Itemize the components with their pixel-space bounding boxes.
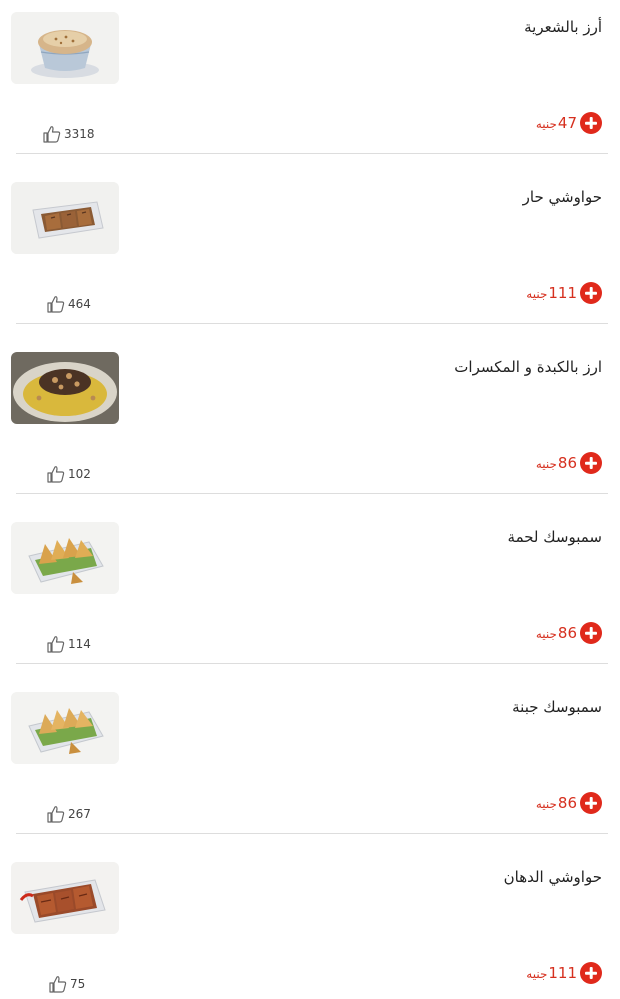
likes-count: 267 bbox=[68, 807, 91, 821]
dish-name: ارز بالكبدة و المكسرات bbox=[454, 358, 602, 376]
price-row: جنيه 86 bbox=[536, 452, 602, 474]
price: جنيه 86 bbox=[536, 794, 577, 812]
currency-label: جنيه bbox=[535, 627, 557, 641]
price-amount: 86 bbox=[557, 624, 577, 642]
currency-label: جنيه bbox=[526, 287, 548, 301]
likes-count: 464 bbox=[68, 297, 91, 311]
thumbs-up-icon bbox=[48, 975, 68, 993]
dish-name: أرز بالشعرية bbox=[524, 18, 602, 36]
price-amount: 47 bbox=[557, 114, 577, 132]
likes[interactable]: 267 bbox=[46, 805, 91, 823]
dish-image[interactable] bbox=[11, 692, 119, 764]
likes[interactable]: 102 bbox=[46, 465, 91, 483]
menu-item[interactable]: أرز بالشعرية جنيه 47 3318 bbox=[0, 12, 620, 182]
add-to-cart-button[interactable] bbox=[580, 962, 602, 984]
dish-image[interactable] bbox=[11, 182, 119, 254]
thumbs-up-icon bbox=[46, 635, 66, 653]
currency-label: جنيه bbox=[535, 117, 557, 131]
divider bbox=[16, 833, 608, 834]
menu-item[interactable]: ارز بالكبدة و المكسرات جنيه 86 102 bbox=[0, 352, 620, 522]
dish-name: حواوشي الدهان bbox=[503, 868, 602, 886]
divider bbox=[16, 153, 608, 154]
price-row: جنيه 86 bbox=[536, 622, 602, 644]
likes[interactable]: 3318 bbox=[42, 125, 95, 143]
add-to-cart-button[interactable] bbox=[580, 452, 602, 474]
menu-item[interactable]: حواوشي الدهان جنيه 111 75 bbox=[0, 862, 620, 999]
likes[interactable]: 114 bbox=[46, 635, 91, 653]
price-amount: 86 bbox=[557, 794, 577, 812]
likes-count: 75 bbox=[70, 977, 86, 991]
price-row: جنيه 86 bbox=[536, 792, 602, 814]
add-to-cart-button[interactable] bbox=[580, 792, 602, 814]
dish-name: سمبوسك جبنة bbox=[512, 698, 602, 716]
dish-image[interactable] bbox=[11, 352, 119, 424]
thumbs-up-icon bbox=[46, 295, 66, 313]
price-row: جنيه 111 bbox=[526, 962, 602, 984]
currency-label: جنيه bbox=[526, 967, 548, 981]
likes[interactable]: 75 bbox=[48, 975, 85, 993]
price: جنيه 86 bbox=[536, 454, 577, 472]
thumbs-up-icon bbox=[46, 805, 66, 823]
divider bbox=[16, 323, 608, 324]
price-row: جنيه 111 bbox=[526, 282, 602, 304]
price-amount: 111 bbox=[548, 964, 577, 982]
currency-label: جنيه bbox=[535, 457, 557, 471]
price-amount: 111 bbox=[548, 284, 577, 302]
price: جنيه 86 bbox=[536, 624, 577, 642]
likes-count: 102 bbox=[68, 467, 91, 481]
dish-image[interactable] bbox=[11, 12, 119, 84]
dish-image[interactable] bbox=[11, 522, 119, 594]
likes[interactable]: 464 bbox=[46, 295, 91, 313]
menu-item[interactable]: سمبوسك لحمة جنيه 86 114 bbox=[0, 522, 620, 692]
divider bbox=[16, 493, 608, 494]
price-row: جنيه 47 bbox=[536, 112, 602, 134]
likes-count: 114 bbox=[68, 637, 91, 651]
dish-name: حواوشي حار bbox=[522, 188, 602, 206]
likes-count: 3318 bbox=[64, 127, 95, 141]
price-amount: 86 bbox=[557, 454, 577, 472]
menu-item[interactable]: حواوشي حار جنيه 111 464 bbox=[0, 182, 620, 352]
price: جنيه 47 bbox=[536, 114, 577, 132]
thumbs-up-icon bbox=[46, 465, 66, 483]
add-to-cart-button[interactable] bbox=[580, 622, 602, 644]
menu-list: أرز بالشعرية جنيه 47 3318 حواوشي حار جني… bbox=[0, 0, 620, 999]
price: جنيه 111 bbox=[526, 284, 577, 302]
add-to-cart-button[interactable] bbox=[580, 282, 602, 304]
divider bbox=[16, 663, 608, 664]
currency-label: جنيه bbox=[535, 797, 557, 811]
menu-item[interactable]: سمبوسك جبنة جنيه 86 267 bbox=[0, 692, 620, 862]
add-to-cart-button[interactable] bbox=[580, 112, 602, 134]
thumbs-up-icon bbox=[42, 125, 62, 143]
price: جنيه 111 bbox=[526, 964, 577, 982]
dish-image[interactable] bbox=[11, 862, 119, 934]
dish-name: سمبوسك لحمة bbox=[507, 528, 602, 546]
